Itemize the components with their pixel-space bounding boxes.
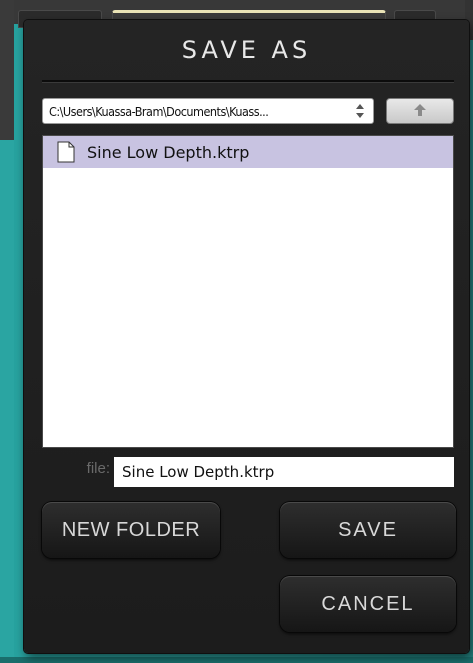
background-left-panel	[0, 0, 14, 663]
updown-arrows-icon	[351, 101, 369, 121]
save-button[interactable]: SAVE	[280, 502, 456, 558]
file-name-label: file:	[86, 460, 110, 477]
new-folder-button[interactable]: NEW FOLDER	[42, 502, 220, 558]
parent-folder-button[interactable]	[386, 98, 454, 124]
path-dropdown-value: C:\Users\Kuassa-Bram\Documents\Kuass...	[49, 103, 269, 119]
title-divider	[42, 80, 454, 83]
save-as-dialog: SAVE AS C:\Users\Kuassa-Bram\Documents\K…	[24, 20, 469, 653]
arrow-up-icon	[413, 102, 427, 121]
path-dropdown[interactable]: C:\Users\Kuassa-Bram\Documents\Kuass...	[42, 98, 374, 124]
cancel-button[interactable]: CANCEL	[280, 576, 456, 632]
background-bottom	[0, 657, 473, 663]
file-name-input[interactable]: Sine Low Depth.ktrp	[114, 457, 454, 487]
file-name: Sine Low Depth.ktrp	[87, 142, 250, 162]
dialog-title: SAVE AS	[181, 36, 312, 64]
file-list-item[interactable]: Sine Low Depth.ktrp	[43, 136, 453, 168]
file-icon	[57, 141, 75, 163]
app-background: SAVE AS C:\Users\Kuassa-Bram\Documents\K…	[0, 0, 473, 663]
file-list[interactable]: Sine Low Depth.ktrp	[42, 135, 454, 448]
